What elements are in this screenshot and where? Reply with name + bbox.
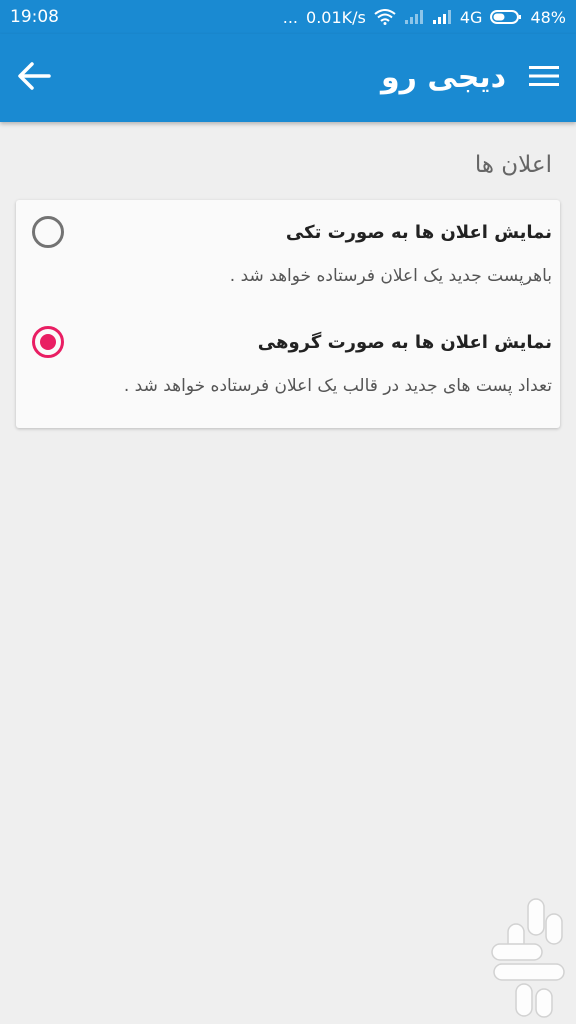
signal-4g-icon <box>432 9 452 25</box>
status-time: 19:08 <box>10 7 59 27</box>
radio-single[interactable] <box>32 216 64 248</box>
menu-button[interactable] <box>522 56 566 100</box>
option-group-notification[interactable]: نمایش اعلان ها به صورت گروهی تعداد پست ه… <box>16 310 560 420</box>
option-description: باهرپست جدید یک اعلان فرستاده خواهد شد . <box>229 266 552 286</box>
status-indicators: ... 0.01K/s 4G 48% <box>283 8 566 27</box>
arrow-left-icon <box>17 61 51 95</box>
option-title: نمایش اعلان ها به صورت گروهی <box>257 332 552 353</box>
back-button[interactable] <box>10 54 58 102</box>
status-dots: ... <box>282 7 299 27</box>
radio-group[interactable] <box>32 326 64 358</box>
wifi-icon <box>374 9 396 25</box>
notification-settings-card: نمایش اعلان ها به صورت تکی باهرپست جدید … <box>16 200 560 428</box>
status-bar: 19:08 ... 0.01K/s 4G 48% <box>0 0 576 34</box>
bazaar-logo-watermark <box>486 894 576 1024</box>
network-type: 4G <box>459 7 483 27</box>
signal-empty-icon <box>404 9 424 25</box>
battery-icon <box>490 9 522 25</box>
option-description: تعداد پست های جدید در قالب یک اعلان فرست… <box>123 376 552 396</box>
option-single-notification[interactable]: نمایش اعلان ها به صورت تکی باهرپست جدید … <box>16 200 560 310</box>
section-title: اعلان ها <box>474 152 552 178</box>
hamburger-menu-icon <box>529 65 559 91</box>
screen: 19:08 ... 0.01K/s 4G 48% دیجی رو اعلان ه… <box>0 0 576 1024</box>
network-speed: 0.01K/s <box>306 7 366 27</box>
app-title: دیجی رو <box>381 60 506 95</box>
option-title: نمایش اعلان ها به صورت تکی <box>285 222 552 243</box>
battery-percent: 48% <box>530 7 566 27</box>
app-bar: دیجی رو <box>0 34 576 122</box>
